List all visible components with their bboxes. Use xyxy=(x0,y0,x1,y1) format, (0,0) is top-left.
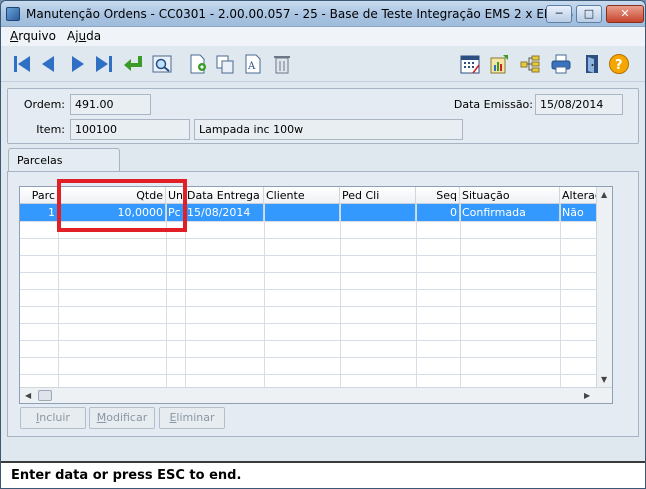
scroll-up-arrow-icon[interactable]: ▲ xyxy=(601,190,607,199)
grid-row-line xyxy=(20,374,598,375)
item-label: Item: xyxy=(36,123,65,136)
exit-icon[interactable] xyxy=(581,53,603,75)
column-header-alteracao[interactable]: Alteraç xyxy=(560,187,598,204)
grid-row-line xyxy=(20,323,598,324)
grid-row-line xyxy=(20,357,598,358)
cell-alteracao[interactable]: Não xyxy=(560,204,598,221)
search-icon[interactable] xyxy=(151,53,173,75)
column-header-ped-cli[interactable]: Ped Cli xyxy=(340,187,416,204)
menu-ajuda[interactable]: Ajuda xyxy=(67,29,101,43)
column-header-data-entrega[interactable]: Data Entrega xyxy=(185,187,264,204)
ordem-field[interactable]: 491.00 xyxy=(70,94,151,115)
app-icon xyxy=(6,7,20,21)
grid-column-line xyxy=(264,204,265,389)
minimize-button[interactable]: ─ xyxy=(546,5,572,23)
window-title: Manutenção Ordens - CC0301 - 2.00.00.057… xyxy=(26,7,574,21)
cell-parc[interactable]: 1 xyxy=(20,204,58,221)
first-record-icon[interactable] xyxy=(11,53,33,75)
scroll-right-arrow-icon[interactable]: ▶ xyxy=(584,391,590,400)
maximize-button[interactable]: □ xyxy=(576,5,602,23)
report-icon[interactable] xyxy=(488,53,510,75)
tab-parcelas[interactable]: Parcelas xyxy=(8,148,120,172)
column-header-seq[interactable]: Seq xyxy=(416,187,460,204)
cell-data-entrega[interactable]: 15/08/2014 xyxy=(185,204,264,221)
item-description-field: Lampada inc 100w xyxy=(194,119,463,140)
item-code-field[interactable]: 100100 xyxy=(70,119,190,140)
menu-bar: Arquivo Ajuda xyxy=(1,27,645,46)
cell-ped-cli[interactable] xyxy=(340,204,416,221)
data-emissao-field[interactable]: 15/08/2014 xyxy=(535,94,623,115)
menu-arquivo[interactable]: Arquivo xyxy=(10,29,56,43)
previous-record-icon[interactable] xyxy=(37,53,59,75)
eliminar-button[interactable]: Eliminar xyxy=(159,407,225,429)
svg-text:?: ? xyxy=(615,58,623,73)
status-bar: Enter data or press ESC to end. xyxy=(1,461,645,488)
svg-text:A: A xyxy=(247,61,256,72)
grid-row-line xyxy=(20,255,598,256)
grid-column-line xyxy=(416,204,417,389)
title-bar[interactable]: Manutenção Ordens - CC0301 - 2.00.00.057… xyxy=(1,1,645,27)
edit-record-icon[interactable]: A xyxy=(242,53,264,75)
print-icon[interactable] xyxy=(550,53,572,75)
cell-cliente[interactable] xyxy=(264,204,340,221)
grid-row-line xyxy=(20,306,598,307)
data-emissao-label: Data Emissão: xyxy=(453,98,533,111)
cell-seq[interactable]: 0 xyxy=(416,204,460,221)
scroll-down-arrow-icon[interactable]: ▼ xyxy=(601,375,607,384)
grid-row-line xyxy=(20,238,598,239)
next-record-icon[interactable] xyxy=(67,53,89,75)
highlight-box xyxy=(57,179,187,232)
modificar-button[interactable]: Modificar xyxy=(89,407,155,429)
horizontal-scroll-thumb[interactable] xyxy=(38,390,52,401)
column-header-parc[interactable]: Parc xyxy=(20,187,58,204)
last-record-icon[interactable] xyxy=(93,53,115,75)
vertical-scrollbar[interactable]: ▲ ▼ xyxy=(596,187,612,389)
close-button[interactable]: ✕ xyxy=(606,5,644,23)
toolbar: A ? xyxy=(1,46,645,82)
grid-column-line xyxy=(340,204,341,389)
main-window: Manutenção Ordens - CC0301 - 2.00.00.057… xyxy=(0,0,646,489)
scroll-left-arrow-icon[interactable]: ◀ xyxy=(25,391,31,400)
tree-icon[interactable] xyxy=(519,53,541,75)
delete-record-icon[interactable] xyxy=(271,53,293,75)
cell-situacao[interactable]: Confirmada xyxy=(460,204,560,221)
grid-row-line xyxy=(20,289,598,290)
calendar-icon[interactable] xyxy=(459,53,481,75)
column-header-situacao[interactable]: Situação xyxy=(460,187,560,204)
grid-column-line xyxy=(560,204,561,389)
grid-column-line xyxy=(460,204,461,389)
return-icon[interactable] xyxy=(122,53,144,75)
ordem-label: Ordem: xyxy=(23,98,65,111)
grid-row-line xyxy=(20,272,598,273)
horizontal-scrollbar[interactable]: ◀ ▶ xyxy=(20,387,612,403)
grid-row-line xyxy=(20,340,598,341)
column-header-cliente[interactable]: Cliente xyxy=(264,187,340,204)
help-icon[interactable]: ? xyxy=(608,53,630,75)
copy-record-icon[interactable] xyxy=(214,53,236,75)
incluir-button[interactable]: Incluir xyxy=(20,407,86,429)
new-record-icon[interactable] xyxy=(187,53,209,75)
